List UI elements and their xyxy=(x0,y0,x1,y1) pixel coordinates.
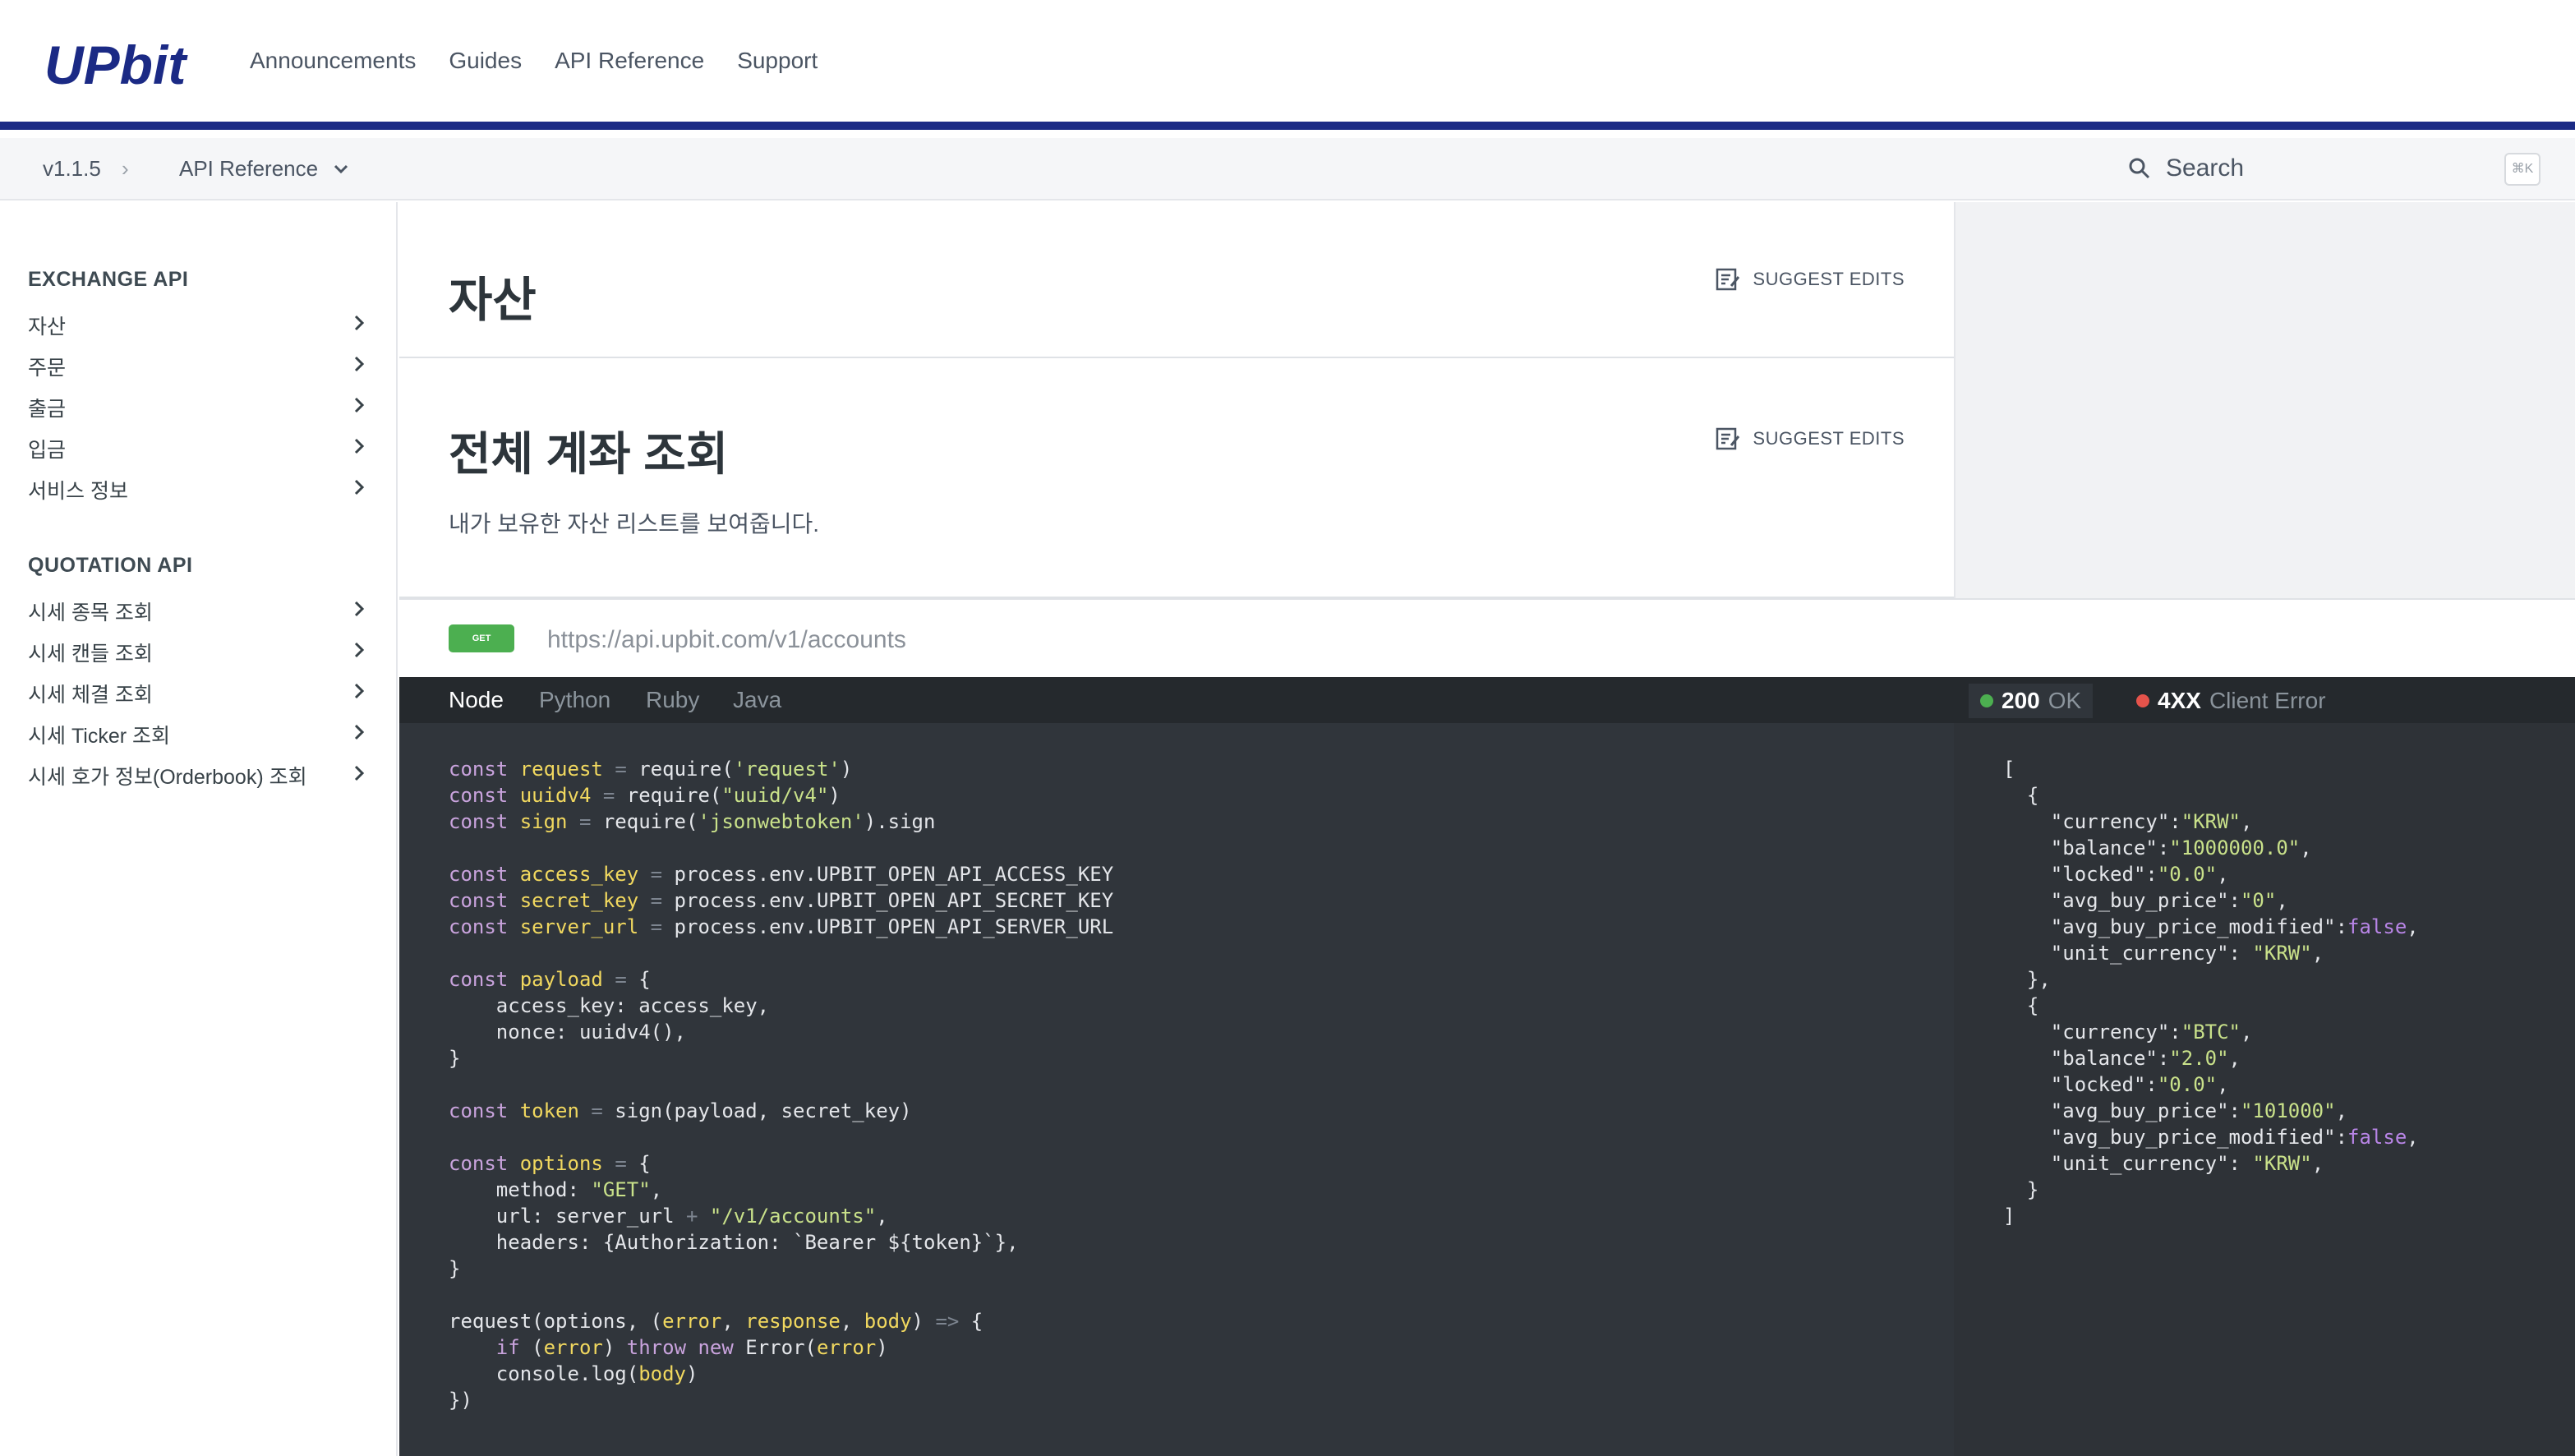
suggest-edits-label: SUGGEST EDITS xyxy=(1753,428,1905,449)
nav-support[interactable]: Support xyxy=(737,48,818,74)
chevron-right-icon xyxy=(353,682,365,706)
status-dot-icon xyxy=(1980,694,1993,707)
search-icon xyxy=(2129,158,2150,179)
chevron-right-icon xyxy=(353,396,365,420)
sidebar-heading-exchange: EXCHANGE API xyxy=(28,268,189,291)
search-input[interactable] xyxy=(2166,154,2478,182)
code-example-panel: Node Python Ruby Java const request = re… xyxy=(399,677,1954,1456)
chevron-right-icon xyxy=(353,437,365,461)
method-badge: GET xyxy=(449,624,514,652)
sidebar-item-label: 시세 캔들 조회 xyxy=(28,643,153,666)
tab-node[interactable]: Node xyxy=(449,687,504,713)
sidebar-item-label: 출금 xyxy=(28,398,67,421)
suggest-edits-button[interactable]: SUGGEST EDITS xyxy=(1715,426,1905,452)
chevron-right-icon xyxy=(353,355,365,379)
chevron-right-icon xyxy=(353,478,365,502)
tab-ruby[interactable]: Ruby xyxy=(646,687,699,713)
suggest-edits-button[interactable]: SUGGEST EDITS xyxy=(1715,266,1905,293)
code-block[interactable]: const request = require('request') const… xyxy=(449,756,1113,1413)
search-box[interactable] xyxy=(2128,154,2478,182)
sidebar-item-label: 시세 Ticker 조회 xyxy=(28,725,171,748)
version-breadcrumb[interactable]: v1.1.5 xyxy=(43,156,101,182)
status-dot-icon xyxy=(2136,694,2149,707)
endpoint-url[interactable]: https://api.upbit.com/v1/accounts xyxy=(547,626,906,654)
chevron-right-icon xyxy=(353,723,365,747)
svg-text:UPbit: UPbit xyxy=(44,35,188,94)
search-shortcut-badge: ⌘K xyxy=(2504,153,2540,186)
edit-icon xyxy=(1716,427,1740,450)
sidebar-item-assets[interactable]: 자산 xyxy=(28,309,365,342)
endpoint-description: 내가 보유한 자산 리스트를 보여줍니다. xyxy=(449,511,820,537)
main-nav: Announcements Guides API Reference Suppo… xyxy=(250,48,818,74)
endpoint-url-bar: GET https://api.upbit.com/v1/accounts xyxy=(399,598,2575,677)
endpoint-title: 전체 계좌 조회 xyxy=(449,428,729,480)
sidebar-item-trades[interactable]: 시세 체결 조회 xyxy=(28,677,365,710)
sidebar-item-markets[interactable]: 시세 종목 조회 xyxy=(28,595,365,628)
sidebar-item-label: 입금 xyxy=(28,439,67,462)
upbit-logo[interactable]: UPbit xyxy=(43,35,210,94)
response-example-panel: 200 OK 4XX Client Error [ { "currency":"… xyxy=(1954,677,2575,1456)
edit-icon xyxy=(1716,268,1740,291)
sidebar: EXCHANGE API 자산 주문 출금 입금 서비스 정보 QUOTATIO… xyxy=(0,202,398,1456)
sidebar-item-label: 서비스 정보 xyxy=(28,480,128,503)
top-header: UPbit Announcements Guides API Reference… xyxy=(0,0,2575,130)
sidebar-item-ticker[interactable]: 시세 Ticker 조회 xyxy=(28,718,365,751)
sidebar-item-orders[interactable]: 주문 xyxy=(28,350,365,383)
sidebar-item-service-info[interactable]: 서비스 정보 xyxy=(28,473,365,506)
chevron-right-icon xyxy=(353,764,365,788)
tab-response-4xx[interactable]: 4XX Client Error xyxy=(2125,684,2338,718)
chevron-right-icon: › xyxy=(122,156,129,181)
sidebar-item-label: 시세 호가 정보(Orderbook) 조회 xyxy=(28,766,307,789)
tab-java[interactable]: Java xyxy=(733,687,781,713)
response-label: OK xyxy=(2048,688,2082,713)
page-header: 자산 SUGGEST EDITS xyxy=(399,202,1954,358)
sidebar-item-label: 시세 종목 조회 xyxy=(28,601,153,624)
chevron-right-icon xyxy=(353,314,365,338)
response-label: Client Error xyxy=(2209,688,2326,713)
suggest-edits-label: SUGGEST EDITS xyxy=(1753,269,1905,289)
sidebar-item-orderbook[interactable]: 시세 호가 정보(Orderbook) 조회 xyxy=(28,759,365,792)
sidebar-heading-quotation: QUOTATION API xyxy=(28,554,193,577)
response-tabs: 200 OK 4XX Client Error xyxy=(1954,677,2575,723)
sidebar-item-deposits[interactable]: 입금 xyxy=(28,432,365,465)
sub-header: v1.1.5 › API Reference ⌘K xyxy=(0,138,2575,200)
page-title: 자산 xyxy=(449,274,537,327)
section-dropdown-label: API Reference xyxy=(179,156,319,181)
response-code: 200 xyxy=(2001,688,2040,713)
chevron-right-icon xyxy=(353,641,365,665)
language-tabs: Node Python Ruby Java xyxy=(399,677,1954,723)
section-dropdown[interactable]: API Reference xyxy=(179,156,349,182)
sidebar-item-label: 주문 xyxy=(28,357,67,380)
response-json[interactable]: [ { "currency":"KRW", "balance":"1000000… xyxy=(2003,756,2419,1229)
nav-announcements[interactable]: Announcements xyxy=(250,48,416,74)
nav-api-reference[interactable]: API Reference xyxy=(555,48,704,74)
sidebar-item-withdrawals[interactable]: 출금 xyxy=(28,391,365,424)
tab-python[interactable]: Python xyxy=(539,687,610,713)
sidebar-item-label: 시세 체결 조회 xyxy=(28,684,153,707)
sidebar-item-label: 자산 xyxy=(28,316,67,339)
endpoint-section: 전체 계좌 조회 SUGGEST EDITS 내가 보유한 자산 리스트를 보여… xyxy=(399,360,1954,598)
chevron-right-icon xyxy=(353,600,365,624)
tab-response-200[interactable]: 200 OK xyxy=(1969,684,2094,718)
sidebar-item-candles[interactable]: 시세 캔들 조회 xyxy=(28,636,365,669)
chevron-down-icon xyxy=(334,164,348,173)
right-panel xyxy=(1954,202,2575,598)
response-code: 4XX xyxy=(2158,688,2201,713)
nav-guides[interactable]: Guides xyxy=(449,48,522,74)
